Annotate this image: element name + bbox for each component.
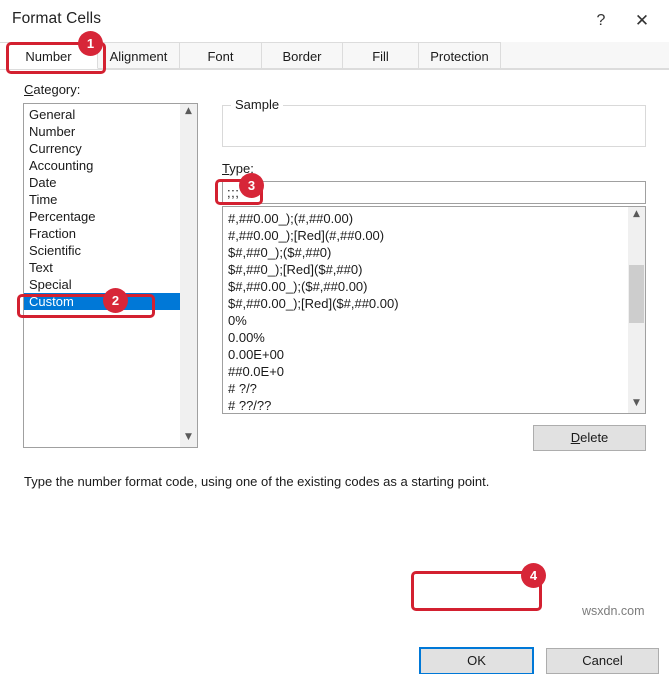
cancel-button[interactable]: Cancel [546, 648, 659, 674]
type-scroll-down-icon[interactable]: ▼ [628, 396, 645, 413]
tab-fill[interactable]: Fill [343, 42, 419, 69]
help-glyph: ? [596, 12, 606, 29]
ok-button[interactable]: OK [419, 647, 534, 674]
category-label-rest: ategory: [33, 82, 81, 97]
scroll-down-icon[interactable]: ▼ [180, 430, 197, 447]
close-glyph: ✕ [634, 11, 650, 31]
category-label: Category: [24, 82, 81, 97]
type-item-10[interactable]: # ?/? [223, 380, 628, 397]
tab-strip-filler [501, 42, 669, 69]
category-listbox[interactable]: General Number Currency Accounting Date … [23, 103, 198, 448]
type-item-1[interactable]: #,##0.00_);[Red](#,##0.00) [223, 227, 628, 244]
type-item-11[interactable]: # ??/?? [223, 397, 628, 413]
type-item-9[interactable]: ##0.0E+0 [223, 363, 628, 380]
type-item-2[interactable]: $#,##0_);($#,##0) [223, 244, 628, 261]
type-item-4[interactable]: $#,##0.00_);($#,##0.00) [223, 278, 628, 295]
tab-font[interactable]: Font [180, 42, 262, 69]
title-bar: Format Cells ? ✕ [0, 0, 669, 42]
type-item-5[interactable]: $#,##0.00_);[Red]($#,##0.00) [223, 295, 628, 312]
type-item-7[interactable]: 0.00% [223, 329, 628, 346]
category-item-custom[interactable]: Custom [24, 293, 197, 310]
tab-strip: Number Alignment Font Border Fill Protec… [0, 42, 669, 70]
tab-protection[interactable]: Protection [419, 42, 501, 69]
close-icon[interactable]: ✕ [625, 6, 659, 36]
category-item-text[interactable]: Text [24, 259, 197, 276]
category-item-special[interactable]: Special [24, 276, 197, 293]
category-item-accounting[interactable]: Accounting [24, 157, 197, 174]
category-list: General Number Currency Accounting Date … [24, 106, 197, 310]
sample-groupbox [222, 105, 646, 147]
type-item-3[interactable]: $#,##0_);[Red]($#,##0) [223, 261, 628, 278]
type-item-8[interactable]: 0.00E+00 [223, 346, 628, 363]
delete-accel: D [570, 430, 581, 445]
number-tab-panel: Category: General Number Currency Accoun… [0, 70, 669, 674]
delete-button[interactable]: Delete [533, 425, 646, 451]
category-scrollbar[interactable]: ▲ ▼ [180, 104, 197, 447]
tab-border[interactable]: Border [262, 42, 343, 69]
category-item-scientific[interactable]: Scientific [24, 242, 197, 259]
category-item-date[interactable]: Date [24, 174, 197, 191]
sample-legend: Sample [231, 97, 284, 112]
type-label-rest: ype: [229, 161, 254, 176]
help-icon[interactable]: ? [584, 6, 618, 36]
scroll-up-icon[interactable]: ▲ [180, 104, 197, 121]
tab-alignment[interactable]: Alignment [98, 42, 180, 69]
type-input[interactable] [222, 181, 646, 204]
type-scroll-up-icon[interactable]: ▲ [628, 207, 645, 224]
tab-number[interactable]: Number [0, 42, 98, 69]
type-scroll-thumb[interactable] [629, 265, 644, 323]
type-listbox[interactable]: #,##0.00_);(#,##0.00) #,##0.00_);[Red](#… [222, 206, 646, 414]
format-cells-dialog: Format Cells ? ✕ Number Alignment Font B… [0, 0, 669, 674]
category-item-general[interactable]: General [24, 106, 197, 123]
hint-text: Type the number format code, using one o… [24, 474, 490, 489]
delete-label-rest: elete [580, 430, 609, 445]
category-item-number[interactable]: Number [24, 123, 197, 140]
type-item-6[interactable]: 0% [223, 312, 628, 329]
type-label: Type: [222, 161, 254, 176]
category-item-currency[interactable]: Currency [24, 140, 197, 157]
type-scrollbar[interactable]: ▲ ▼ [628, 207, 645, 413]
dialog-title: Format Cells [12, 10, 102, 27]
category-item-fraction[interactable]: Fraction [24, 225, 197, 242]
type-item-0[interactable]: #,##0.00_);(#,##0.00) [223, 210, 628, 227]
category-item-percentage[interactable]: Percentage [24, 208, 197, 225]
category-item-time[interactable]: Time [24, 191, 197, 208]
type-list: #,##0.00_);(#,##0.00) #,##0.00_);[Red](#… [223, 210, 628, 413]
watermark: wsxdn.com [582, 604, 645, 618]
